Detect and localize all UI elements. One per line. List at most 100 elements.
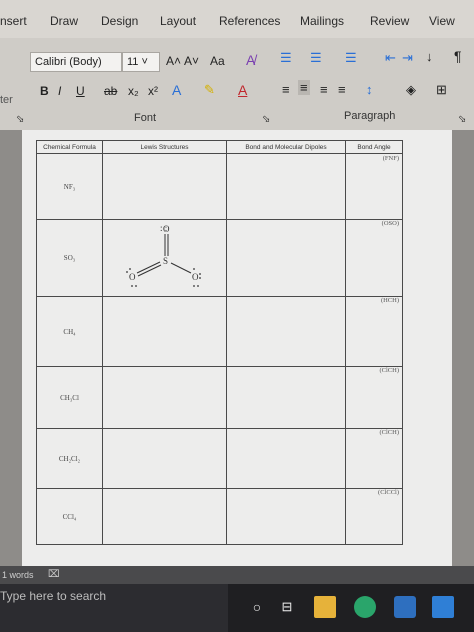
- edge-icon[interactable]: [354, 596, 376, 618]
- dipole-cell[interactable]: [226, 428, 346, 489]
- header-bond-angle[interactable]: Bond Angle: [345, 140, 403, 154]
- atom-s-center: S: [163, 256, 168, 266]
- shrink-font-button[interactable]: A˅: [184, 54, 199, 68]
- dipole-cell[interactable]: [226, 488, 346, 545]
- highlight-icon[interactable]: ✎: [204, 82, 215, 98]
- increase-indent-icon[interactable]: ⇥: [402, 50, 413, 66]
- document-page[interactable]: Chemical Formula Lewis Structures Bond a…: [22, 130, 452, 566]
- proofing-icon[interactable]: ⌧: [48, 566, 60, 584]
- numbering-icon[interactable]: ☰: [310, 50, 322, 66]
- font-name-value: Calibri (Body): [35, 56, 102, 68]
- shading-icon[interactable]: ◈: [406, 82, 416, 98]
- font-size-select[interactable]: 11 ˅: [122, 52, 160, 72]
- tab-review[interactable]: Review: [370, 14, 409, 28]
- angle-cell[interactable]: (FNF): [345, 153, 403, 220]
- tab-draw[interactable]: Draw: [50, 14, 78, 28]
- text-effects-icon[interactable]: A: [172, 82, 181, 98]
- angle-label: (ClCH): [379, 429, 400, 436]
- subscript-button[interactable]: x₂: [128, 84, 139, 98]
- store-icon[interactable]: [394, 596, 416, 618]
- mail-icon[interactable]: [432, 596, 454, 618]
- formula-cell[interactable]: CH₃Cl: [36, 366, 103, 429]
- lewis-cell[interactable]: [102, 428, 227, 489]
- underline-button[interactable]: U: [76, 84, 85, 98]
- strikethrough-button[interactable]: ab: [104, 84, 117, 98]
- font-color-icon[interactable]: A: [238, 82, 247, 98]
- align-left-icon[interactable]: ≡: [282, 82, 290, 97]
- tab-insert[interactable]: nsert: [0, 14, 27, 28]
- angle-cell[interactable]: (ClCH): [345, 428, 403, 489]
- search-placeholder: Type here to search: [0, 589, 107, 603]
- angle-cell[interactable]: (HCH): [345, 296, 403, 367]
- table-row: NF₃ (FNF): [36, 153, 403, 220]
- dipole-cell[interactable]: [226, 296, 346, 367]
- decrease-indent-icon[interactable]: ⇤: [385, 50, 396, 66]
- ribbon-tabs: nsert Draw Design Layout References Mail…: [0, 0, 474, 38]
- lewis-cell[interactable]: [102, 153, 227, 220]
- multilevel-list-icon[interactable]: ☰: [345, 50, 357, 66]
- task-view-icon[interactable]: ⊟: [276, 596, 298, 618]
- dipole-cell[interactable]: [226, 219, 346, 297]
- table-row: CH₂Cl₂ (ClCH): [36, 428, 403, 489]
- superscript-button[interactable]: x²: [148, 84, 158, 98]
- tab-layout[interactable]: Layout: [160, 14, 196, 28]
- bullets-icon[interactable]: ☰: [280, 50, 292, 66]
- table-row: CH₃Cl (ClCH): [36, 366, 403, 429]
- tab-view[interactable]: View: [429, 14, 455, 28]
- word-count[interactable]: 1 words: [2, 566, 34, 584]
- clear-formatting-icon[interactable]: A̸: [246, 52, 255, 68]
- file-explorer-icon[interactable]: [314, 596, 336, 618]
- formula-cell[interactable]: CCl₄: [36, 488, 103, 545]
- justify-icon[interactable]: ≡: [338, 82, 346, 97]
- lewis-cell[interactable]: [102, 296, 227, 367]
- line-spacing-icon[interactable]: ↕: [366, 82, 373, 97]
- bold-button[interactable]: B: [40, 84, 49, 98]
- formula-label: CH₃Cl: [60, 393, 79, 402]
- ribbon-home: Calibri (Body) 11 ˅ A˄ A˅ Aa A̸ ter B I …: [0, 38, 474, 130]
- angle-cell[interactable]: (OSO): [345, 219, 403, 297]
- header-dipoles[interactable]: Bond and Molecular Dipoles: [226, 140, 346, 154]
- formula-cell[interactable]: NF₃: [36, 153, 103, 220]
- align-center-icon[interactable]: ≡: [298, 80, 310, 95]
- lewis-cell[interactable]: [102, 488, 227, 545]
- formula-label: CH₂Cl₂: [58, 454, 81, 463]
- angle-cell[interactable]: (ClCCl): [345, 488, 403, 545]
- formula-label: SO₃: [63, 254, 76, 262]
- pilcrow-button[interactable]: ¶: [454, 48, 462, 64]
- taskbar: Type here to search ○ ⊟: [0, 584, 474, 632]
- sort-icon[interactable]: ↓: [426, 49, 433, 64]
- align-right-icon[interactable]: ≡: [320, 82, 328, 97]
- dipole-cell[interactable]: [226, 366, 346, 429]
- header-chemical-formula[interactable]: Chemical Formula: [36, 140, 103, 154]
- font-name-select[interactable]: Calibri (Body): [30, 52, 122, 72]
- table-row: CH₄ (HCH): [36, 296, 403, 367]
- italic-button[interactable]: I: [58, 84, 61, 98]
- font-group-label: Font: [134, 112, 157, 124]
- atom-o-top: O: [163, 224, 170, 234]
- formula-cell[interactable]: CH₄: [36, 296, 103, 367]
- clipboard-launcher-icon[interactable]: ⬂: [16, 114, 24, 125]
- table-row: CCl₄ (ClCCl): [36, 488, 403, 545]
- tab-references[interactable]: References: [219, 14, 280, 28]
- atom-o-right: O: [192, 272, 199, 282]
- lewis-cell[interactable]: : : O S O O: [102, 219, 227, 297]
- bond-right: [170, 262, 192, 274]
- formula-cell[interactable]: SO₃: [36, 219, 103, 297]
- lewis-cell[interactable]: [102, 366, 227, 429]
- tab-design[interactable]: Design: [101, 14, 138, 28]
- borders-icon[interactable]: ⊞: [436, 82, 447, 98]
- dipole-cell[interactable]: [226, 153, 346, 220]
- change-case-button[interactable]: Aa: [210, 54, 225, 68]
- header-row: Chemical Formula Lewis Structures Bond a…: [36, 140, 403, 154]
- taskbar-search[interactable]: Type here to search: [0, 584, 228, 632]
- formula-cell[interactable]: CH₂Cl₂: [36, 428, 103, 489]
- font-size-value: 11: [127, 56, 139, 68]
- tab-mailings[interactable]: Mailings: [300, 14, 344, 28]
- font-launcher-icon[interactable]: ⬂: [262, 114, 270, 125]
- grow-font-button[interactable]: A˄: [166, 54, 181, 68]
- paste-label-cut: ter: [0, 94, 13, 106]
- angle-cell[interactable]: (ClCH): [345, 366, 403, 429]
- paragraph-launcher-icon[interactable]: ⬂: [458, 114, 466, 125]
- cortana-icon[interactable]: ○: [246, 596, 268, 618]
- header-lewis-structures[interactable]: Lewis Structures: [102, 140, 227, 154]
